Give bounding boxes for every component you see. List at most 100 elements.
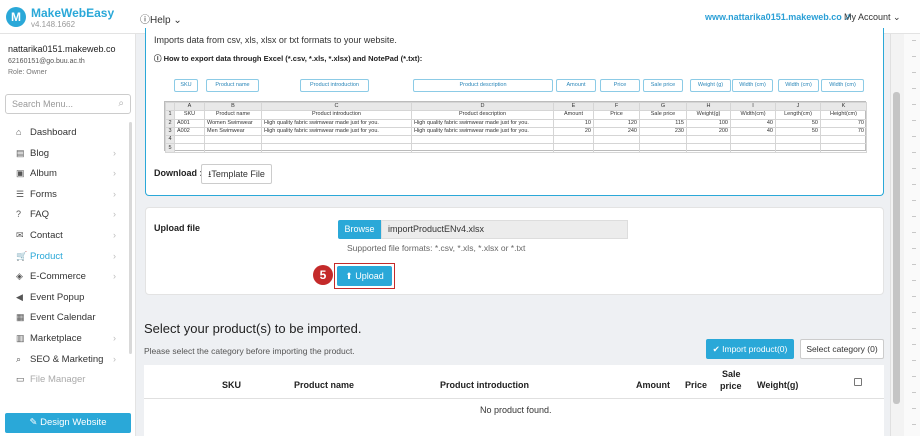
logo-icon[interactable]: M: [6, 7, 26, 27]
sheet-row: 1 SKU Product name Product introduction Prod…: [165, 110, 867, 120]
sheet-cell: A001: [174, 118, 205, 128]
sidebar-item-label: Product: [30, 250, 63, 262]
col-sale-price: price: [720, 381, 742, 391]
check-icon: ✔: [712, 344, 723, 354]
chevron-right-icon: ›: [113, 168, 116, 179]
select-products-subtitle: Please select the category before import…: [144, 346, 355, 356]
col-weight: Weight(g): [757, 380, 799, 390]
sidebar-item-label: Album: [30, 168, 57, 180]
brand-name[interactable]: MakeWebEasy: [31, 6, 114, 20]
sheet-cell: [174, 135, 205, 145]
help-menu[interactable]: ⓘHelp ⌄: [140, 11, 182, 26]
sheet-cell: [639, 135, 687, 145]
ruler-tick: [912, 40, 916, 41]
sheet-column-letter: G: [639, 101, 687, 112]
select-category-button[interactable]: Select category (0): [800, 339, 884, 359]
ruler-tick: [912, 424, 916, 425]
sidebar-item-event-popup[interactable]: ◀ Event Popup: [0, 287, 130, 308]
ruler-tick: [912, 152, 916, 153]
ruler-tick: [912, 184, 916, 185]
sidebar-item-album[interactable]: ▣ Album ›: [0, 163, 130, 184]
select-all-checkbox[interactable]: [854, 378, 862, 386]
sidebar-item-forms[interactable]: ☰ Forms ›: [0, 184, 130, 205]
sheet-cell: [730, 135, 776, 145]
faq-icon: ?: [16, 209, 22, 220]
ruler-tick: [912, 72, 916, 73]
import-product-label: Import product(0): [722, 344, 788, 354]
sidebar-item-file-manager[interactable]: ▭ File Manager: [0, 369, 130, 390]
sheet-cell: High quality fabric swimwear made just f…: [261, 126, 412, 137]
header-tag: Price: [600, 79, 640, 92]
sheet-cell: [686, 135, 731, 145]
chevron-right-icon: ›: [113, 229, 116, 240]
sidebar-item-label: File Manager: [30, 374, 86, 386]
sheet-cell: [553, 135, 594, 145]
sheet-column-letter: H: [686, 101, 731, 112]
ruler-tick: [912, 136, 916, 137]
chevron-right-icon: ›: [113, 332, 116, 343]
sheet-cell: [204, 143, 262, 153]
header-tag: Width (cm): [732, 79, 773, 92]
sheet-cell: 100: [686, 118, 731, 128]
sheet-cell: 70: [820, 118, 867, 128]
select-products-title: Select your product(s) to be imported.: [144, 321, 362, 336]
col-price: Price: [685, 380, 708, 390]
sidebar-item-dashboard[interactable]: ⌂ Dashboard: [0, 122, 130, 143]
step-badge: 5: [313, 265, 333, 285]
sheet-cell: Sale price: [639, 110, 687, 120]
sidebar-item-blog[interactable]: ▤ Blog ›: [0, 143, 130, 164]
upload-button[interactable]: ⬆ Upload: [337, 266, 392, 286]
sidebar-menu: ⌂ Dashboard ▤ Blog › ▣ Album › ☰ Forms ›? FAQ › ✉ Cont…: [0, 122, 130, 390]
header-tag: Sale price: [643, 79, 683, 92]
sheet-cell: [593, 143, 640, 153]
sidebar-item-contact[interactable]: ✉ Contact ›: [0, 225, 130, 246]
sidebar-item-seo-marketing[interactable]: ⌕ SEO & Marketing ›: [0, 349, 130, 370]
search-menu-input[interactable]: Search Menu... ⌕: [5, 94, 131, 114]
sheet-cell: 240: [593, 126, 640, 137]
sheet-row-number: 1: [165, 110, 175, 120]
ruler-tick: [912, 248, 916, 249]
sheet-cell: [775, 143, 821, 153]
sidebar-item-event-calendar[interactable]: ▦ Event Calendar: [0, 307, 130, 328]
sheet-cell: 200: [686, 126, 731, 137]
sidebar-scrollbar[interactable]: [129, 122, 132, 354]
sheet-cell: [820, 143, 867, 153]
sheet-cell: High quality fabric swimwear made just f…: [411, 126, 554, 137]
sheet-cell: [730, 143, 776, 153]
folder-icon: ▭: [16, 374, 25, 385]
file-name-field[interactable]: importProductENv4.xlsx: [381, 220, 628, 239]
design-website-button[interactable]: ✎ Design Website: [5, 413, 131, 433]
download-label: Download :: [154, 168, 203, 178]
chevron-right-icon: ›: [113, 188, 116, 199]
sheet-cell: [261, 143, 412, 153]
album-icon: ▣: [16, 168, 25, 179]
forms-icon: ☰: [16, 188, 25, 199]
sidebar-item-label: Marketplace: [30, 332, 82, 344]
sheet-cell: [174, 143, 205, 153]
browse-button[interactable]: Browse: [338, 220, 381, 239]
page-scrollbar-thumb[interactable]: [893, 92, 900, 404]
sidebar-item-product[interactable]: 🛒 Product ›: [0, 246, 130, 267]
sidebar-item-marketplace[interactable]: ▥ Marketplace ›: [0, 328, 130, 349]
supported-formats-text: Supported file formats: *.csv, *.xls, *.…: [347, 243, 526, 253]
sheet-cell: [686, 143, 731, 153]
upload-label: Upload: [355, 271, 384, 281]
sheet-cell: 230: [639, 126, 687, 137]
ruler-tick: [912, 216, 916, 217]
sidebar-item-faq[interactable]: ? FAQ ›: [0, 204, 130, 225]
template-file-button[interactable]: ⭳Template File: [201, 164, 272, 184]
site-link[interactable]: www.nattarika0151.makeweb.co ↗: [705, 12, 852, 23]
sheet-cell: [775, 135, 821, 145]
sheet-cell: [639, 143, 687, 153]
template-file-label: Template File: [211, 169, 265, 179]
import-product-button[interactable]: ✔ Import product(0): [706, 339, 794, 359]
sheet-column-letter: F: [593, 101, 640, 112]
account-menu[interactable]: My Account ⌄: [844, 12, 901, 23]
sheet-corner: [165, 101, 175, 112]
ruler-tick: [912, 264, 916, 265]
sheet-cell: Men Swimwear: [204, 126, 262, 137]
sheet-cell: Price: [593, 110, 640, 120]
sidebar-item-e-commerce[interactable]: ◈ E-Commerce ›: [0, 266, 130, 287]
sheet-cell: 50: [775, 118, 821, 128]
sheet-column-letter: E: [553, 101, 594, 112]
